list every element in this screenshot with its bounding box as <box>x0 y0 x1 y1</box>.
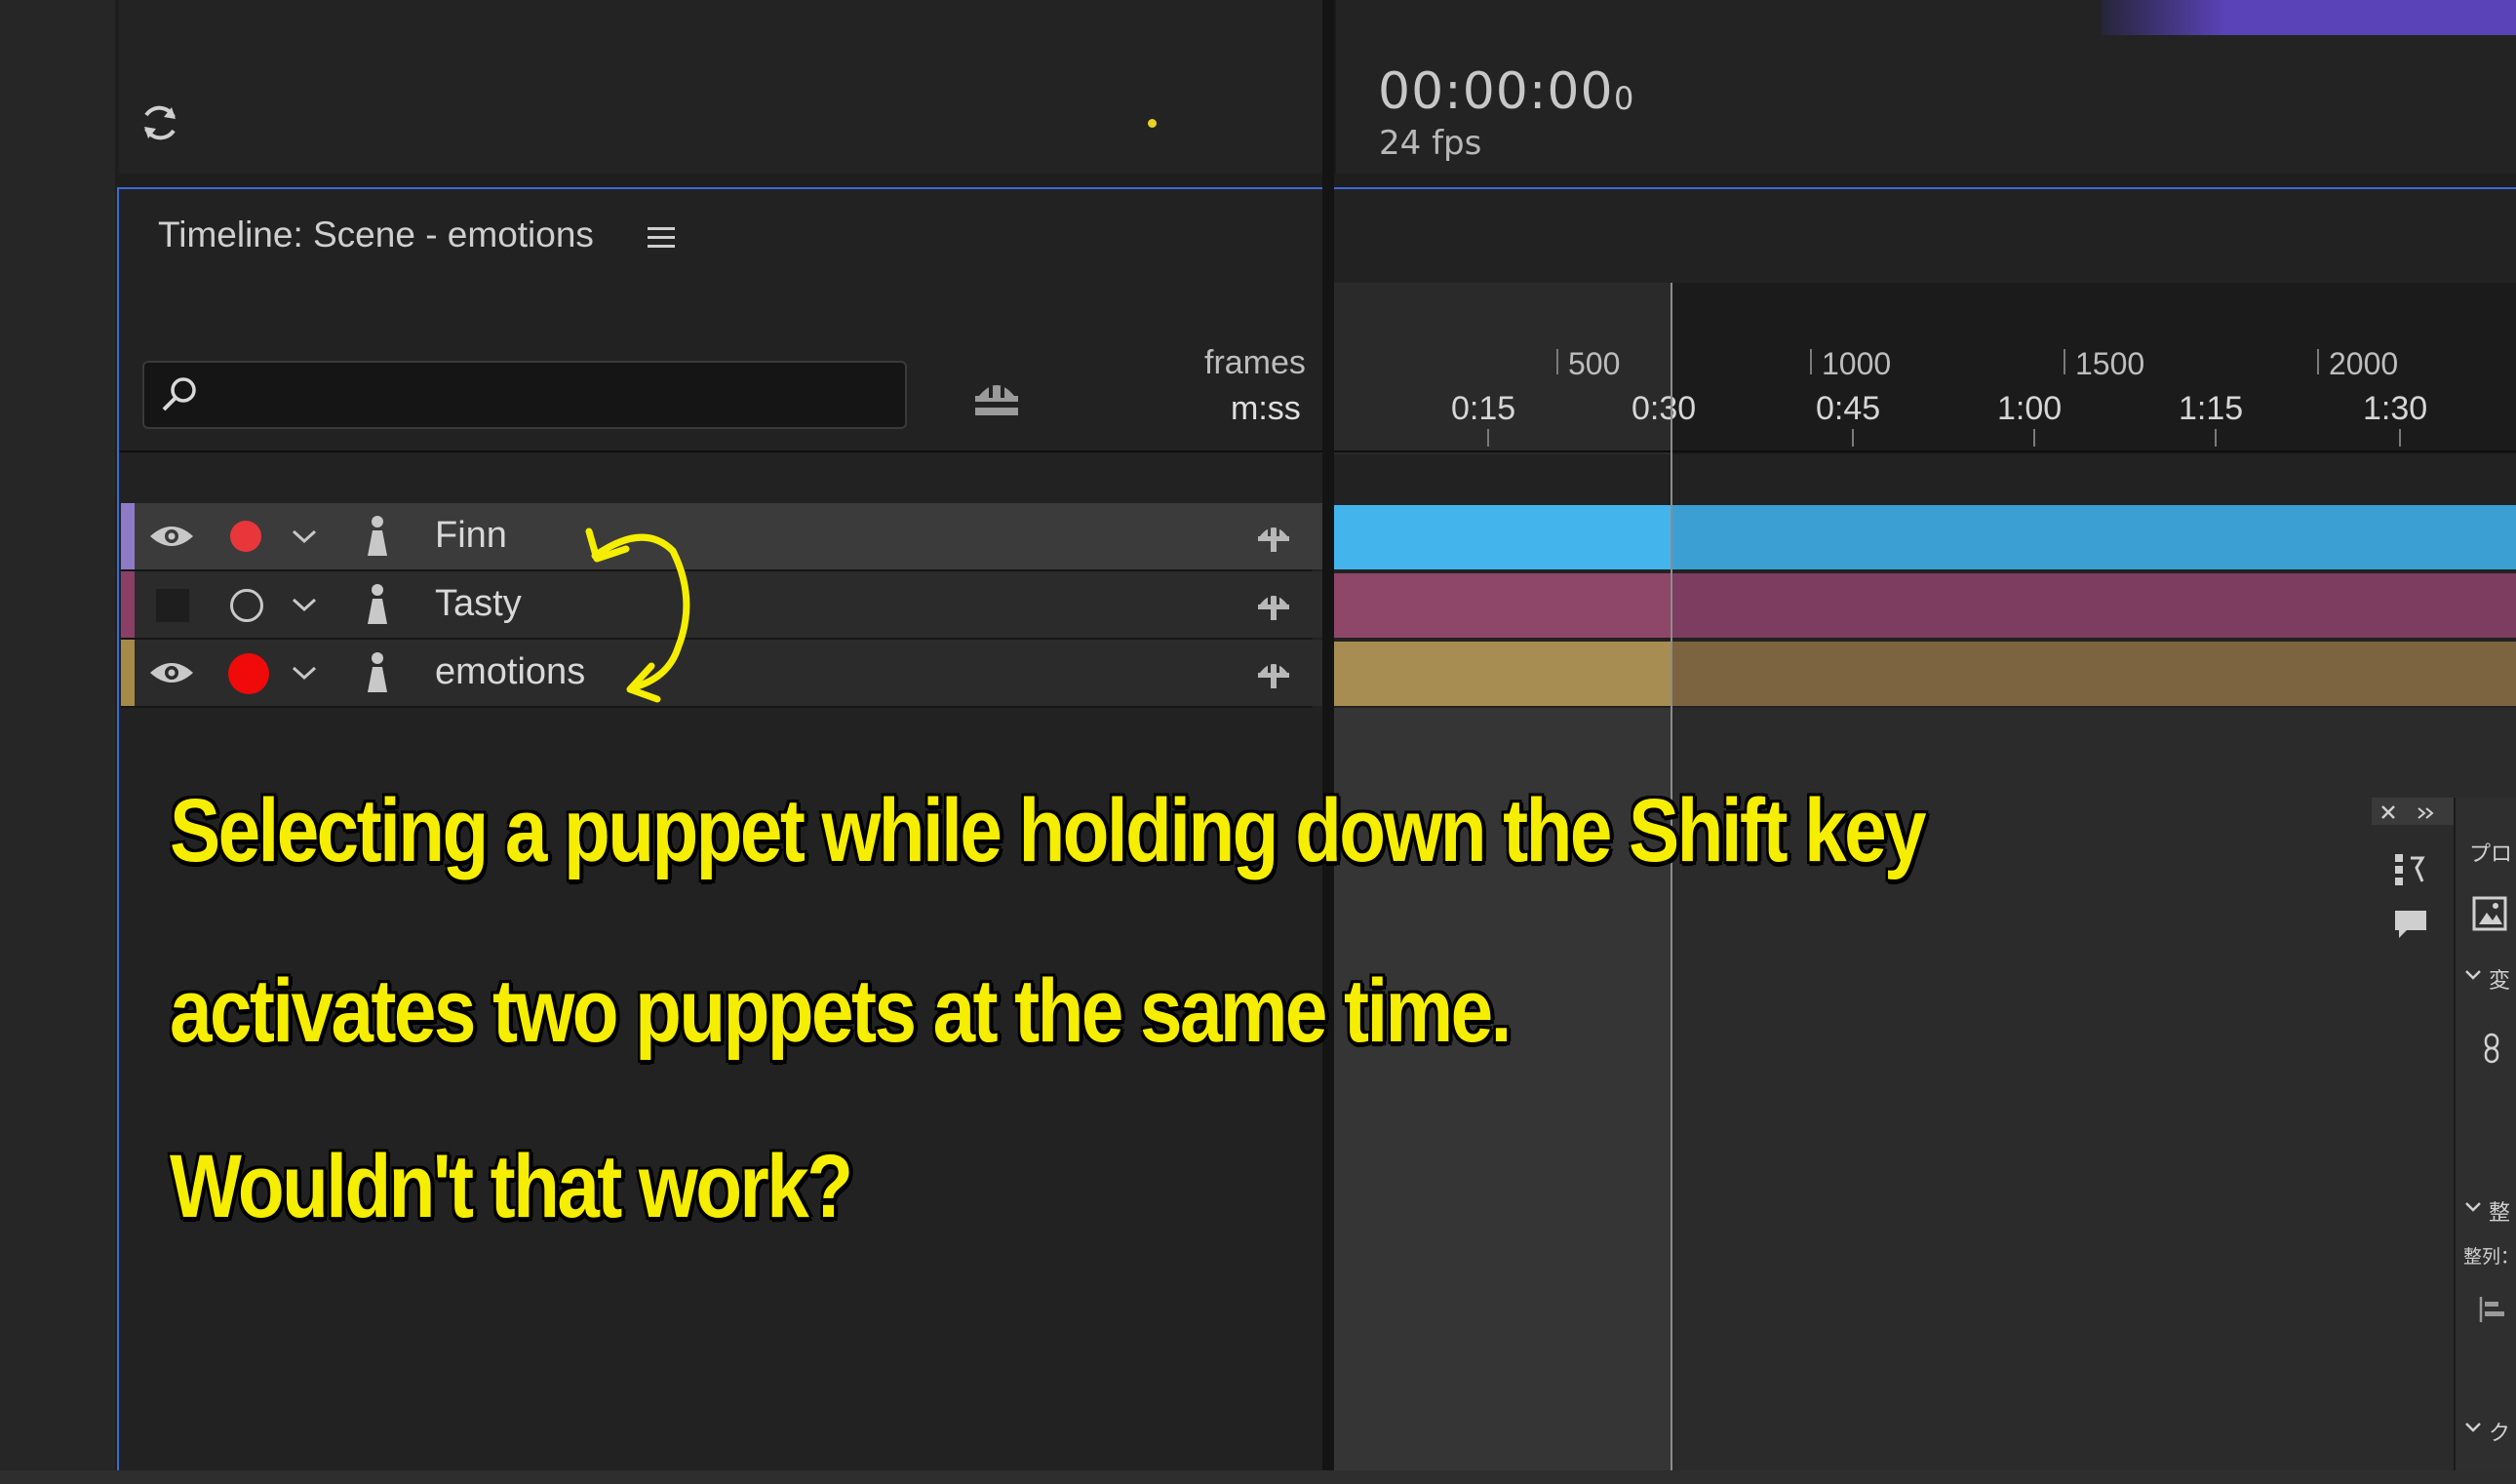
arm-record-icon[interactable] <box>228 653 269 694</box>
frame-tick-label: 2000 <box>2329 346 2399 381</box>
puppet-track-icon[interactable] <box>1254 519 1293 554</box>
properties-icon[interactable] <box>2391 850 2430 889</box>
time-tick-label: 1:00 <box>1997 390 2063 427</box>
annotation-line-2: activates two puppets at the same time. <box>170 961 1512 1061</box>
puppet-filter-icon[interactable] <box>967 372 1026 419</box>
panel-title: Timeline: Scene - emotions <box>158 215 594 254</box>
panel-menu-icon[interactable] <box>646 224 677 252</box>
search-icon <box>162 377 196 411</box>
ruler-tick <box>1556 349 1558 374</box>
work-area-shade <box>1332 283 1671 454</box>
left-tool-strip <box>0 0 115 1484</box>
row-divider <box>121 706 1313 708</box>
layer-row-emotions[interactable]: emotions <box>121 640 1326 706</box>
timecode-display[interactable]: 00:00:00 <box>1378 62 1614 121</box>
time-tick-label: 0:15 <box>1451 390 1516 427</box>
chevron-down-icon[interactable] <box>291 527 318 546</box>
frame-tick-label: 1000 <box>1822 346 1892 381</box>
eye-toggle-off[interactable] <box>156 589 189 622</box>
expand-icon[interactable] <box>2417 805 2436 821</box>
link-icon[interactable] <box>2481 1032 2502 1065</box>
frame-tick-label: 500 <box>1568 346 1621 381</box>
layer-row-finn[interactable]: Finn <box>121 503 1326 569</box>
ruler-tick <box>2317 349 2319 374</box>
layer-name[interactable]: Finn <box>435 515 507 557</box>
layer-name[interactable]: emotions <box>435 651 585 693</box>
layer-name[interactable]: Tasty <box>435 583 522 625</box>
puppet-track-icon[interactable] <box>1254 587 1293 622</box>
ruler-tick <box>1487 429 1489 447</box>
time-tick-label: 1:30 <box>2363 390 2428 427</box>
cursor-dot <box>1148 119 1157 128</box>
arm-record-icon[interactable] <box>230 521 261 552</box>
time-tick-label: 0:30 <box>1631 390 1697 427</box>
puppet-icon <box>368 652 387 692</box>
frame-tick-label: 1500 <box>2075 346 2145 381</box>
comment-icon[interactable] <box>2391 905 2430 944</box>
layer-row-tasty[interactable]: Tasty <box>121 571 1326 638</box>
header-divider <box>119 450 2516 452</box>
ruler-tick <box>2399 429 2401 447</box>
chevron-down-icon[interactable] <box>291 663 318 683</box>
search-input[interactable] <box>142 361 907 429</box>
ruler-tick <box>2033 429 2035 447</box>
refresh-icon[interactable] <box>137 99 183 146</box>
puppet-icon <box>368 584 387 624</box>
section-label: 変 <box>2489 969 2511 994</box>
section-label: 整 <box>2489 1201 2511 1226</box>
ruler-tick <box>1810 349 1812 374</box>
status-bar <box>0 1470 2516 1484</box>
puppet-track-icon[interactable] <box>1254 655 1293 690</box>
track-bar-tasty-work-area <box>1334 573 1671 638</box>
chevron-down-icon[interactable] <box>291 595 318 614</box>
annotation-arrow <box>585 527 690 703</box>
chevron-down-icon[interactable] <box>2463 1420 2483 1435</box>
ruler-tick <box>2215 429 2217 447</box>
ruler-tick <box>2064 349 2065 374</box>
eye-icon[interactable] <box>148 521 195 552</box>
timecode-frames: 0 <box>1614 80 1634 117</box>
annotation-line-1: Selecting a puppet while holding down th… <box>170 781 1927 880</box>
frames-label: frames <box>1204 344 1306 381</box>
arm-record-off-icon[interactable] <box>230 589 263 622</box>
annotation-line-3: Wouldn't that work? <box>170 1137 853 1236</box>
time-tick-label: 1:15 <box>2179 390 2244 427</box>
scene-preview-panel <box>119 0 1336 174</box>
align-left-icon[interactable] <box>2477 1295 2506 1324</box>
eye-icon[interactable] <box>148 657 195 688</box>
track-bar-finn-work-area <box>1334 505 1671 569</box>
close-icon[interactable] <box>2379 803 2397 821</box>
align-label: 整列： <box>2463 1246 2516 1268</box>
chevron-down-icon[interactable] <box>2463 967 2483 983</box>
image-icon[interactable] <box>2471 895 2508 932</box>
puppet-icon <box>368 516 387 556</box>
mss-label: m:ss <box>1231 390 1301 427</box>
time-tick-label: 0:45 <box>1816 390 1881 427</box>
section-label: ク <box>2489 1422 2511 1446</box>
chevron-down-icon[interactable] <box>2463 1199 2483 1215</box>
ruler-tick <box>1852 429 1854 447</box>
panel-splitter[interactable] <box>1322 0 1334 1484</box>
fps-label: 24 fps <box>1379 124 1482 163</box>
panel-tab-label[interactable]: プロ <box>2469 837 2512 868</box>
audio-level-bar <box>2102 0 2516 35</box>
track-bar-emotions-work-area <box>1334 642 1671 706</box>
